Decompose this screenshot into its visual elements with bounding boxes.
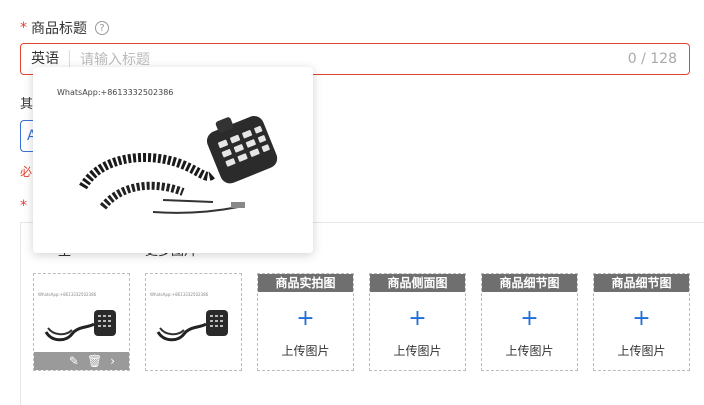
required-mark: *: [20, 20, 27, 36]
image-preview-popover: WhatsApp:+8613332502386: [33, 67, 313, 253]
trash-icon[interactable]: 🗑: [87, 354, 102, 368]
upload-slot-detail[interactable]: 商品细节图 + 上传图片: [481, 273, 578, 371]
upload-label: 上传图片: [617, 344, 666, 358]
mic-preview-image: [79, 115, 278, 214]
slot-header: 商品实拍图: [258, 274, 353, 292]
plus-icon: +: [296, 306, 315, 331]
image-thumbnail[interactable]: WhatsApp:+8613332502386: [145, 273, 242, 371]
image-thumbnail[interactable]: WhatsApp:+8613332502386 ✎ 🗑 ›: [33, 273, 130, 371]
thumbnail-actions: ✎ 🗑 ›: [34, 352, 129, 370]
char-counter: 0 / 128: [627, 51, 677, 67]
mic-thumbnail-image: [44, 310, 116, 342]
mic-thumbnail-image: [156, 310, 228, 342]
title-placeholder[interactable]: 请输入标题: [70, 49, 628, 69]
thumbnail-watermark: WhatsApp:+8613332502386: [38, 292, 97, 297]
upload-label: 上传图片: [505, 344, 554, 358]
error-message: 必: [20, 165, 33, 179]
product-title-label: * 商品标题 ?: [20, 18, 109, 38]
upload-slot-side-view[interactable]: 商品侧面图 + 上传图片: [369, 273, 466, 371]
question-circle-icon[interactable]: ?: [95, 21, 109, 35]
slot-header: 商品侧面图: [370, 274, 465, 292]
plus-icon: +: [520, 306, 539, 331]
preview-watermark: WhatsApp:+8613332502386: [57, 88, 174, 97]
product-form: * 商品标题 ? 英语 请输入标题 0 / 128 其 A 必 * 主 更多图片…: [0, 0, 704, 405]
upload-label: 上传图片: [281, 344, 330, 358]
chevron-right-icon[interactable]: ›: [110, 354, 115, 368]
upload-slot-real-photo[interactable]: 商品实拍图 + 上传图片: [257, 273, 354, 371]
thumbnail-watermark: WhatsApp:+8613332502386: [150, 292, 209, 297]
slot-header: 商品细节图: [594, 274, 689, 292]
edit-icon[interactable]: ✎: [69, 354, 79, 368]
plus-icon: +: [632, 306, 651, 331]
language-select[interactable]: 英语: [21, 50, 70, 68]
upload-label: 上传图片: [393, 344, 442, 358]
slot-header: 商品细节图: [482, 274, 577, 292]
plus-icon: +: [408, 306, 427, 331]
upload-slot-detail-2[interactable]: 商品细节图 + 上传图片: [593, 273, 690, 371]
product-title-label-text: 商品标题: [31, 21, 87, 37]
other-field-label: 其: [20, 97, 34, 112]
images-required-mark: *: [20, 198, 27, 214]
